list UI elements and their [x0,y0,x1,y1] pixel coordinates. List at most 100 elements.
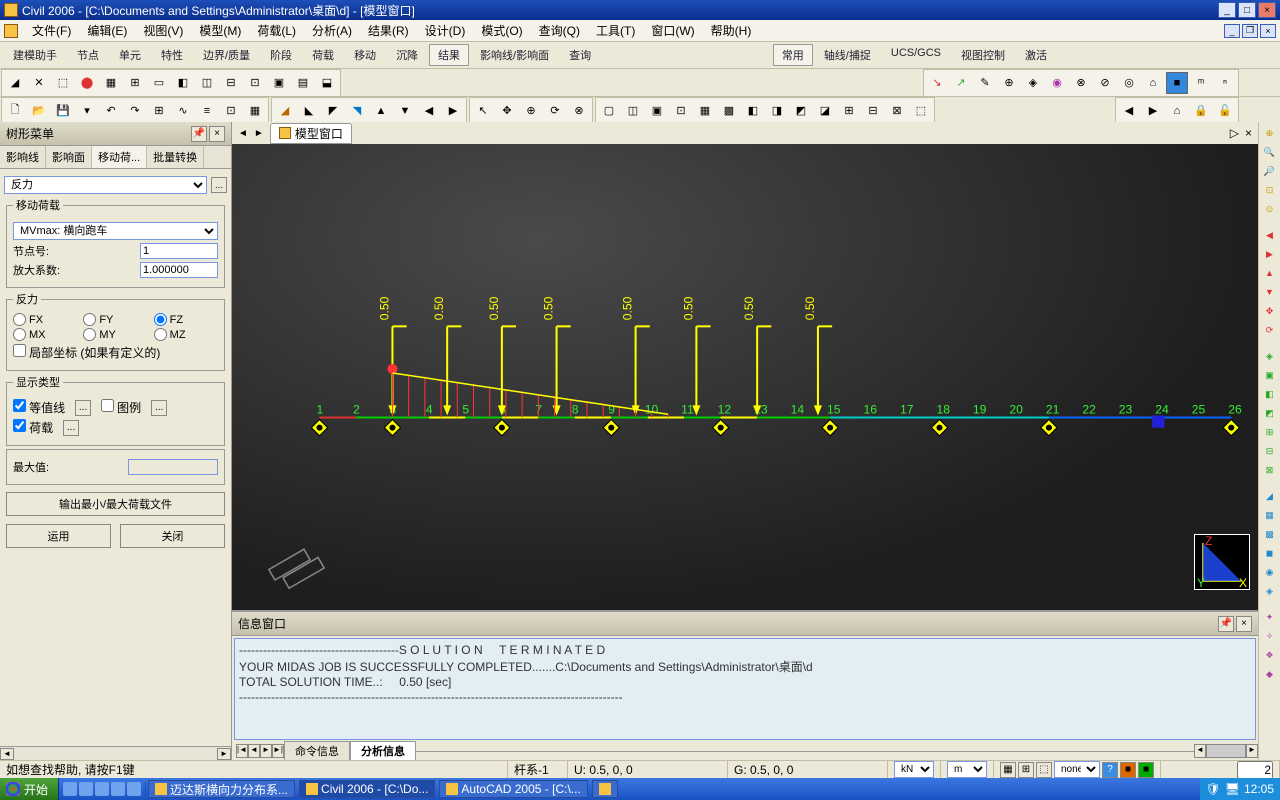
menu-item[interactable]: 结果(R) [360,20,417,41]
status-icon[interactable]: ■ [1120,762,1136,778]
task-item[interactable]: 迈达斯横向力分布系... [148,780,295,798]
upper-tab[interactable]: 建模助手 [4,44,66,66]
unit-length-select[interactable]: m [947,761,987,778]
render-icon[interactable]: ◉ [1261,563,1279,581]
task-item[interactable]: Civil 2006 - [C:\Do... [299,780,435,798]
scroll-left[interactable]: ◄ [1194,744,1206,758]
reaction-radio[interactable]: MZ [154,328,218,341]
zoom-out-icon[interactable]: 🔎 [1261,162,1279,180]
mdi-minimize[interactable]: _ [1224,24,1240,38]
upper-tab[interactable]: 轴线/捕捉 [815,44,880,66]
tool-icon[interactable]: ⁿ [1214,72,1236,94]
tool-icon[interactable]: ▣ [646,100,668,122]
reaction-radio[interactable]: FZ [154,313,218,326]
tool-icon[interactable]: ∿ [172,100,194,122]
tool-icon[interactable]: ⌂ [1142,72,1164,94]
panel-tab[interactable]: 移动荷... [92,146,147,168]
new-icon[interactable]: 🗋 [4,100,26,122]
panel-tab[interactable]: 影响面 [46,146,92,168]
tool-icon[interactable]: ◣ [298,100,320,122]
tool-icon[interactable]: ◪ [814,100,836,122]
arrow-down-icon[interactable]: ▼ [1261,283,1279,301]
front-icon[interactable]: ▣ [1261,366,1279,384]
close-icon[interactable]: × [1236,616,1252,632]
arrow-up-icon[interactable]: ▲ [1261,264,1279,282]
tool-icon[interactable]: ▢ [598,100,620,122]
ql-icon[interactable] [95,782,109,796]
tool-icon[interactable]: ⊕ [520,100,542,122]
shrink-icon[interactable]: ◢ [1261,487,1279,505]
menu-item[interactable]: 设计(D) [417,20,474,41]
tool-icon[interactable]: ⊠ [886,100,908,122]
tool-icon[interactable]: ⊞ [124,72,146,94]
tool-icon[interactable]: ᵐ [1190,72,1212,94]
tool-icon[interactable]: ▼ [394,100,416,122]
iso-icon[interactable]: ◈ [1261,347,1279,365]
msg-nav[interactable]: ◄ [248,744,260,758]
pin-icon[interactable]: 📌 [191,126,207,142]
view-icon[interactable]: ⊠ [1261,461,1279,479]
msg-tab-analysis[interactable]: 分析信息 [350,741,416,761]
maximize-button[interactable]: □ [1238,2,1256,18]
tool-icon[interactable]: ▤ [292,72,314,94]
pin-icon[interactable]: 📌 [1218,616,1234,632]
upper-tab[interactable]: 激活 [1016,44,1056,66]
rotate-icon[interactable]: ⟳ [1261,321,1279,339]
tool-icon[interactable]: ◎ [1118,72,1140,94]
more-button[interactable]: ... [211,177,227,193]
tool-icon[interactable]: ◀ [418,100,440,122]
misc-icon[interactable]: ✦ [1261,608,1279,626]
tool-icon[interactable]: ▣ [268,72,290,94]
panel-tab[interactable]: 批量转换 [147,146,204,168]
menu-item[interactable]: 模型(M) [191,20,249,41]
ql-icon[interactable] [79,782,93,796]
tool-icon[interactable]: ◥ [346,100,368,122]
tool-icon[interactable]: ⊕ [998,72,1020,94]
tool-icon[interactable]: ◈ [1022,72,1044,94]
redo-icon[interactable]: ↷ [124,100,146,122]
side-icon[interactable]: ◧ [1261,385,1279,403]
tool-icon[interactable]: ⊡ [220,100,242,122]
tool-icon[interactable]: ◧ [742,100,764,122]
view-icon[interactable]: ⊞ [1261,423,1279,441]
tool-icon[interactable]: ■ [1166,72,1188,94]
upper-tab[interactable]: 单元 [110,44,150,66]
tool-icon[interactable]: ◩ [790,100,812,122]
upper-tab[interactable]: 特性 [152,44,192,66]
tray-icon[interactable]: 🖥 [1225,782,1240,796]
tool-icon[interactable]: ▩ [718,100,740,122]
tool-icon[interactable]: ⬤ [76,72,98,94]
upper-tab[interactable]: 结果 [429,44,469,66]
close-button[interactable]: 关闭 [120,524,225,548]
arrow-right-icon[interactable]: ▶ [1261,245,1279,263]
mdi-close[interactable]: × [1260,24,1276,38]
hidden-icon[interactable]: ▩ [1261,525,1279,543]
minimize-button[interactable]: _ [1218,2,1236,18]
tool-icon[interactable]: ↘ [926,72,948,94]
menu-item[interactable]: 查询(Q) [531,20,588,41]
reaction-radio[interactable]: FX [13,313,77,326]
close-button[interactable]: × [1258,2,1276,18]
tab-nav-right[interactable]: ▷ [1230,126,1239,140]
tool-icon[interactable]: ◧ [172,72,194,94]
menu-item[interactable]: 视图(V) [135,20,191,41]
tool-icon[interactable]: ▶ [442,100,464,122]
zoom-in-icon[interactable]: 🔍 [1261,143,1279,161]
msg-body[interactable]: ----------------------------------------… [234,638,1256,740]
menu-item[interactable]: 帮助(H) [703,20,760,41]
ql-icon[interactable] [127,782,141,796]
legend-more[interactable]: ... [151,400,167,416]
upper-tab[interactable]: 沉降 [387,44,427,66]
reaction-radio[interactable]: MX [13,328,77,341]
reaction-radio[interactable]: FY [83,313,147,326]
moving-load-select[interactable]: MVmax: 横向跑车 [13,222,218,240]
contour-check[interactable]: 等值线 [13,399,65,416]
ql-icon[interactable] [111,782,125,796]
zoom-window-icon[interactable]: ⊡ [1261,181,1279,199]
msg-nav[interactable]: |◄ [236,744,248,758]
tool-icon[interactable]: ⊞ [148,100,170,122]
tool-icon[interactable]: ↗ [950,72,972,94]
load-more[interactable]: ... [63,420,79,436]
node-input[interactable] [140,243,218,259]
local-coord-check[interactable]: 局部坐标 (如果有定义的) [13,344,160,361]
